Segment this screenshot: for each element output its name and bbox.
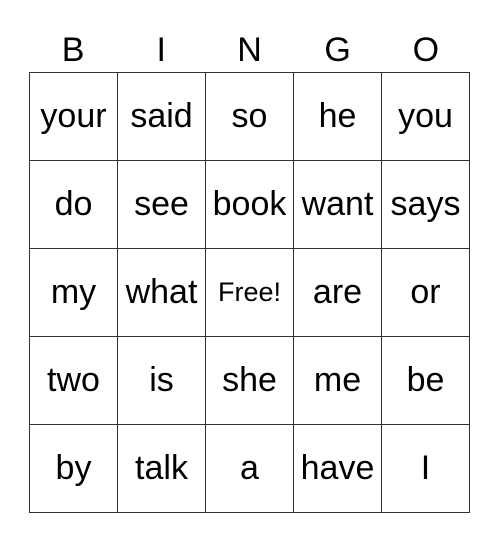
- bingo-cell[interactable]: by: [29, 424, 118, 513]
- bingo-cell[interactable]: is: [117, 336, 206, 425]
- grid-row: two is she me be: [29, 336, 470, 425]
- bingo-cell[interactable]: are: [293, 248, 382, 337]
- bingo-cell[interactable]: what: [117, 248, 206, 337]
- bingo-cell[interactable]: you: [381, 72, 470, 161]
- bingo-cell[interactable]: so: [205, 72, 294, 161]
- header-letter-b: B: [61, 31, 85, 69]
- bingo-cell[interactable]: me: [293, 336, 382, 425]
- free-space-cell[interactable]: Free!: [205, 248, 294, 337]
- bingo-cell[interactable]: do: [29, 160, 118, 249]
- bingo-cell[interactable]: said: [117, 72, 206, 161]
- bingo-header: B I N G O: [29, 30, 471, 70]
- bingo-cell[interactable]: says: [381, 160, 470, 249]
- bingo-cell[interactable]: see: [117, 160, 206, 249]
- bingo-cell[interactable]: want: [293, 160, 382, 249]
- bingo-cell[interactable]: your: [29, 72, 118, 161]
- bingo-cell[interactable]: I: [381, 424, 470, 513]
- bingo-cell[interactable]: she: [205, 336, 294, 425]
- header-letter-n: N: [237, 31, 262, 69]
- bingo-cell[interactable]: he: [293, 72, 382, 161]
- bingo-cell[interactable]: have: [293, 424, 382, 513]
- bingo-cell[interactable]: two: [29, 336, 118, 425]
- bingo-cell[interactable]: talk: [117, 424, 206, 513]
- grid-row: do see book want says: [29, 160, 470, 249]
- bingo-cell[interactable]: be: [381, 336, 470, 425]
- grid-row: by talk a have I: [29, 424, 470, 513]
- header-letter-i: I: [156, 31, 166, 69]
- grid-row: your said so he you: [29, 72, 470, 161]
- bingo-cell[interactable]: a: [205, 424, 294, 513]
- bingo-grid: your said so he you do see book want says my what Fr…: [29, 72, 470, 513]
- bingo-cell[interactable]: book: [205, 160, 294, 249]
- bingo-cell[interactable]: or: [381, 248, 470, 337]
- bingo-cell[interactable]: my: [29, 248, 118, 337]
- grid-row: my what Free! are or: [29, 248, 470, 337]
- header-letter-g: G: [324, 31, 351, 69]
- header-letter-o: O: [412, 31, 440, 69]
